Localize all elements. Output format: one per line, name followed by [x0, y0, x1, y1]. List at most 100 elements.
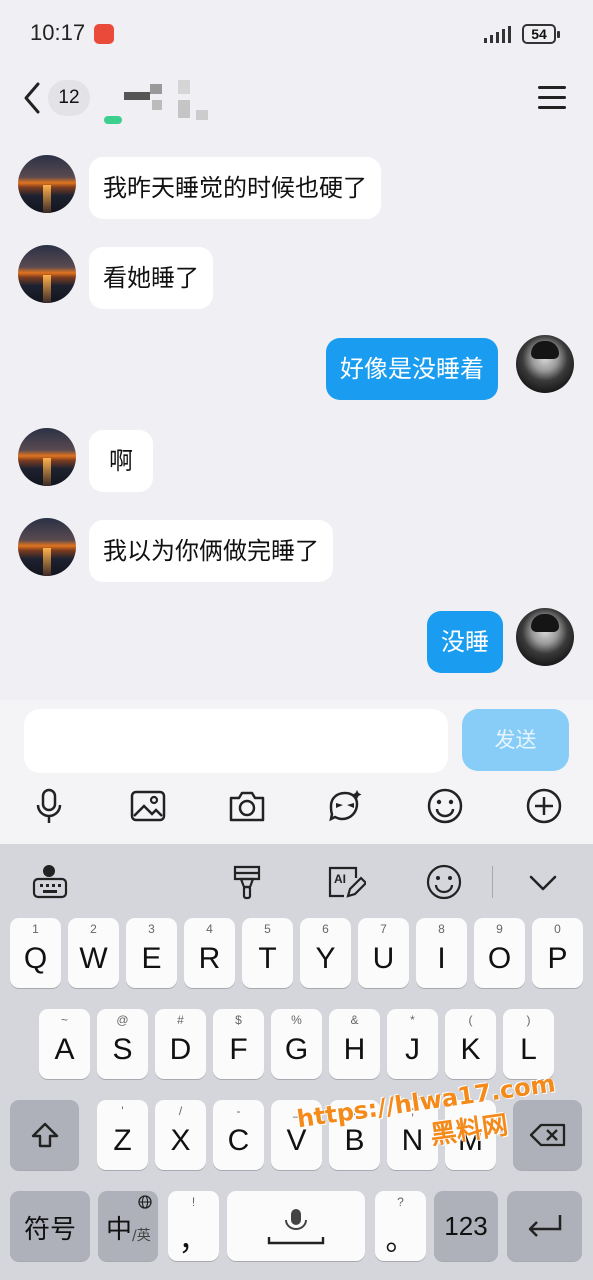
- key-sub-label: ?: [397, 1195, 404, 1209]
- key-y[interactable]: 6Y: [300, 918, 351, 988]
- key-sub-label: 0: [554, 922, 561, 936]
- numbers-label: 123: [444, 1211, 488, 1241]
- key-sub-label: 9: [496, 922, 503, 936]
- key-sub-label: 7: [380, 922, 387, 936]
- send-button[interactable]: 发送: [462, 709, 569, 771]
- key-z[interactable]: ' Z: [97, 1100, 148, 1170]
- key-c[interactable]: -C: [213, 1100, 264, 1170]
- plus-icon[interactable]: [524, 786, 564, 826]
- key-j[interactable]: * J: [387, 1009, 438, 1079]
- camera-icon[interactable]: [227, 786, 267, 826]
- app-notification-icon: [94, 24, 114, 44]
- key-sub-label: (: [468, 1013, 473, 1027]
- numbers-key[interactable]: 123: [434, 1191, 498, 1261]
- enter-key[interactable]: [507, 1191, 582, 1261]
- key-label: Y: [315, 942, 336, 975]
- sticker-icon[interactable]: [325, 786, 365, 826]
- message-bubble-outgoing[interactable]: 好像是没睡着: [326, 338, 498, 400]
- period-key[interactable]: ?。: [375, 1191, 426, 1261]
- key-s[interactable]: @ S: [97, 1009, 148, 1079]
- key-t[interactable]: 5T: [242, 918, 293, 988]
- key-sub-label: 3: [148, 922, 155, 936]
- key-o[interactable]: 9O: [474, 918, 525, 988]
- key-r[interactable]: 4R: [184, 918, 235, 988]
- key-sub-label: @: [116, 1013, 129, 1027]
- keyboard-emoji-icon[interactable]: [424, 862, 464, 902]
- message-bubble-incoming[interactable]: 啊: [89, 430, 153, 492]
- svg-text:AI: AI: [334, 872, 346, 886]
- unread-count-badge[interactable]: 12: [48, 80, 90, 116]
- contact-name-redacted: [104, 70, 224, 130]
- image-icon[interactable]: [128, 786, 168, 826]
- contact-avatar[interactable]: [18, 155, 76, 213]
- key-d[interactable]: # D: [155, 1009, 206, 1079]
- key-label: J: [405, 1033, 420, 1066]
- key-label: 。: [385, 1224, 416, 1257]
- key-sub-label: &: [350, 1013, 359, 1027]
- message-bubble-incoming[interactable]: 我以为你俩做完睡了: [89, 520, 333, 582]
- symbols-key[interactable]: 符号: [10, 1191, 90, 1261]
- voice-input-icon: [267, 1209, 325, 1245]
- key-h[interactable]: & H: [329, 1009, 380, 1079]
- language-switch-key[interactable]: 中 /英: [98, 1191, 158, 1261]
- key-label: Z: [113, 1124, 132, 1157]
- lang-main-label: 中: [106, 1215, 133, 1245]
- key-sub-label: *: [410, 1013, 415, 1027]
- key-a[interactable]: ~ A: [39, 1009, 90, 1079]
- status-bar: 10:17 54: [0, 0, 593, 64]
- keyboard-settings-icon[interactable]: [30, 862, 70, 902]
- symbols-label: 符号: [23, 1214, 76, 1244]
- toolbar-divider: [492, 866, 493, 898]
- message-bubble-incoming[interactable]: 我昨天睡觉的时候也硬了: [89, 157, 381, 219]
- ai-writing-icon[interactable]: AI: [326, 862, 366, 902]
- key-k[interactable]: (K: [445, 1009, 496, 1079]
- key-sub-label: ~: [60, 1013, 68, 1027]
- key-u[interactable]: 7U: [358, 918, 409, 988]
- key-sub-label: 4: [206, 922, 213, 936]
- space-key[interactable]: [227, 1191, 365, 1261]
- my-avatar[interactable]: [516, 335, 574, 393]
- message-bubble-incoming[interactable]: 看她睡了: [89, 247, 213, 309]
- key-l[interactable]: ) L: [503, 1009, 554, 1079]
- contact-avatar[interactable]: [18, 428, 76, 486]
- key-g[interactable]: % G: [271, 1009, 322, 1079]
- key-sub-label: $: [235, 1013, 242, 1027]
- key-w[interactable]: 2W: [68, 918, 119, 988]
- globe-icon: [138, 1195, 152, 1209]
- key-sub-label: ): [526, 1013, 531, 1027]
- emoji-icon[interactable]: [425, 786, 465, 826]
- key-sub-label: %: [291, 1013, 302, 1027]
- theme-brush-icon[interactable]: [227, 862, 267, 902]
- key-sub-label: 2: [90, 922, 97, 936]
- comma-key[interactable]: !，: [168, 1191, 219, 1261]
- contact-avatar[interactable]: [18, 518, 76, 576]
- key-label: K: [460, 1033, 481, 1066]
- key-label: A: [54, 1033, 75, 1066]
- key-q[interactable]: 1Q: [10, 918, 61, 988]
- key-label: L: [520, 1033, 537, 1066]
- key-p[interactable]: 0P: [532, 918, 583, 988]
- key-f[interactable]: $ F: [213, 1009, 264, 1079]
- key-e[interactable]: 3E: [126, 918, 177, 988]
- key-label: Q: [23, 942, 48, 975]
- chevron-down-icon[interactable]: [523, 862, 563, 902]
- key-sub-label: !: [191, 1195, 196, 1209]
- menu-icon[interactable]: [538, 86, 566, 112]
- message-input[interactable]: [24, 709, 448, 773]
- key-i[interactable]: 8I: [416, 918, 467, 988]
- key-label: H: [343, 1033, 366, 1066]
- key-sub-label: 8: [438, 922, 445, 936]
- contact-avatar[interactable]: [18, 245, 76, 303]
- key-sub-label: 5: [264, 922, 271, 936]
- key-sub-label: -: [236, 1104, 241, 1118]
- microphone-icon[interactable]: [29, 786, 69, 826]
- back-arrow-icon[interactable]: [18, 80, 48, 116]
- message-bubble-outgoing[interactable]: 没睡: [427, 611, 503, 673]
- lang-sub-label: /英: [132, 1228, 151, 1244]
- my-avatar[interactable]: [516, 608, 574, 666]
- key-x[interactable]: / X: [155, 1100, 206, 1170]
- signal-icon: [484, 26, 511, 43]
- enter-icon: [528, 1215, 562, 1237]
- shift-key[interactable]: [10, 1100, 79, 1170]
- key-sub-label: /: [178, 1104, 183, 1118]
